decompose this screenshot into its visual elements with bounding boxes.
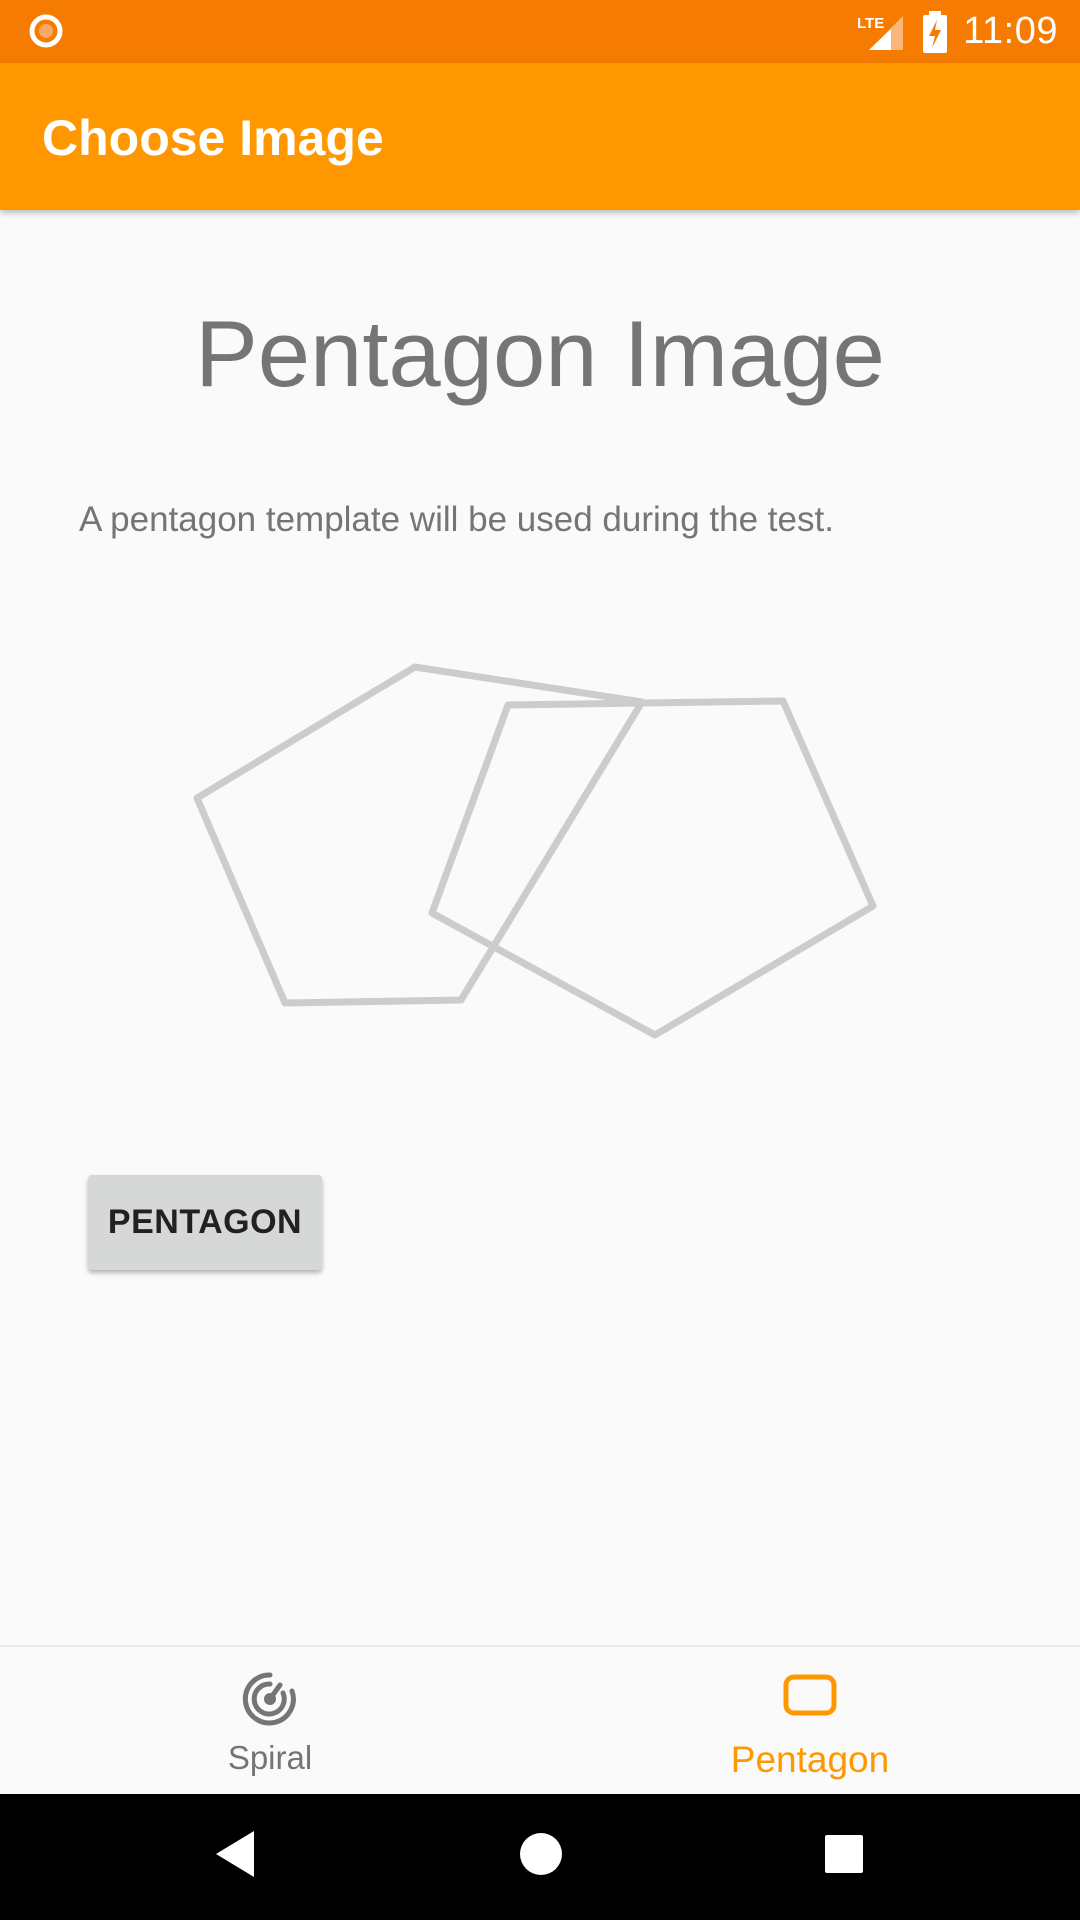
back-icon[interactable] — [214, 1829, 258, 1879]
status-icons: LTE 11:09 — [857, 0, 1058, 63]
nav-item-spiral[interactable]: Spiral — [0, 1647, 540, 1796]
pentagon-button[interactable]: PENTAGON — [88, 1175, 322, 1270]
nav-label-spiral: Spiral — [227, 1739, 313, 1776]
status-time: 11:09 — [963, 10, 1058, 52]
spiral-icon — [242, 1672, 296, 1726]
nav-item-pentagon[interactable]: Pentagon — [540, 1647, 1080, 1796]
recents-icon[interactable] — [823, 1829, 865, 1879]
system-navigation-bar — [0, 1794, 1080, 1920]
app-title: Choose Image — [42, 110, 384, 166]
description-text: A pentagon template will be used during … — [79, 500, 834, 539]
nav-label-pentagon: Pentagon — [730, 1739, 890, 1780]
page-heading: Pentagon Image — [195, 301, 885, 406]
svg-text:LTE: LTE — [857, 15, 884, 32]
battery-charging-icon — [923, 10, 948, 53]
home-icon[interactable] — [518, 1829, 564, 1879]
pentagon-shape-icon — [783, 1674, 837, 1716]
notification-dot-icon — [29, 14, 63, 48]
bottom-navigation: Spiral Pentagon — [0, 1645, 1080, 1796]
overlapping-pentagons-icon — [193, 663, 877, 1039]
status-bar: LTE 11:09 — [0, 0, 1080, 63]
app-bar: Choose Image — [0, 63, 1080, 210]
lte-signal-icon: LTE — [857, 15, 904, 50]
